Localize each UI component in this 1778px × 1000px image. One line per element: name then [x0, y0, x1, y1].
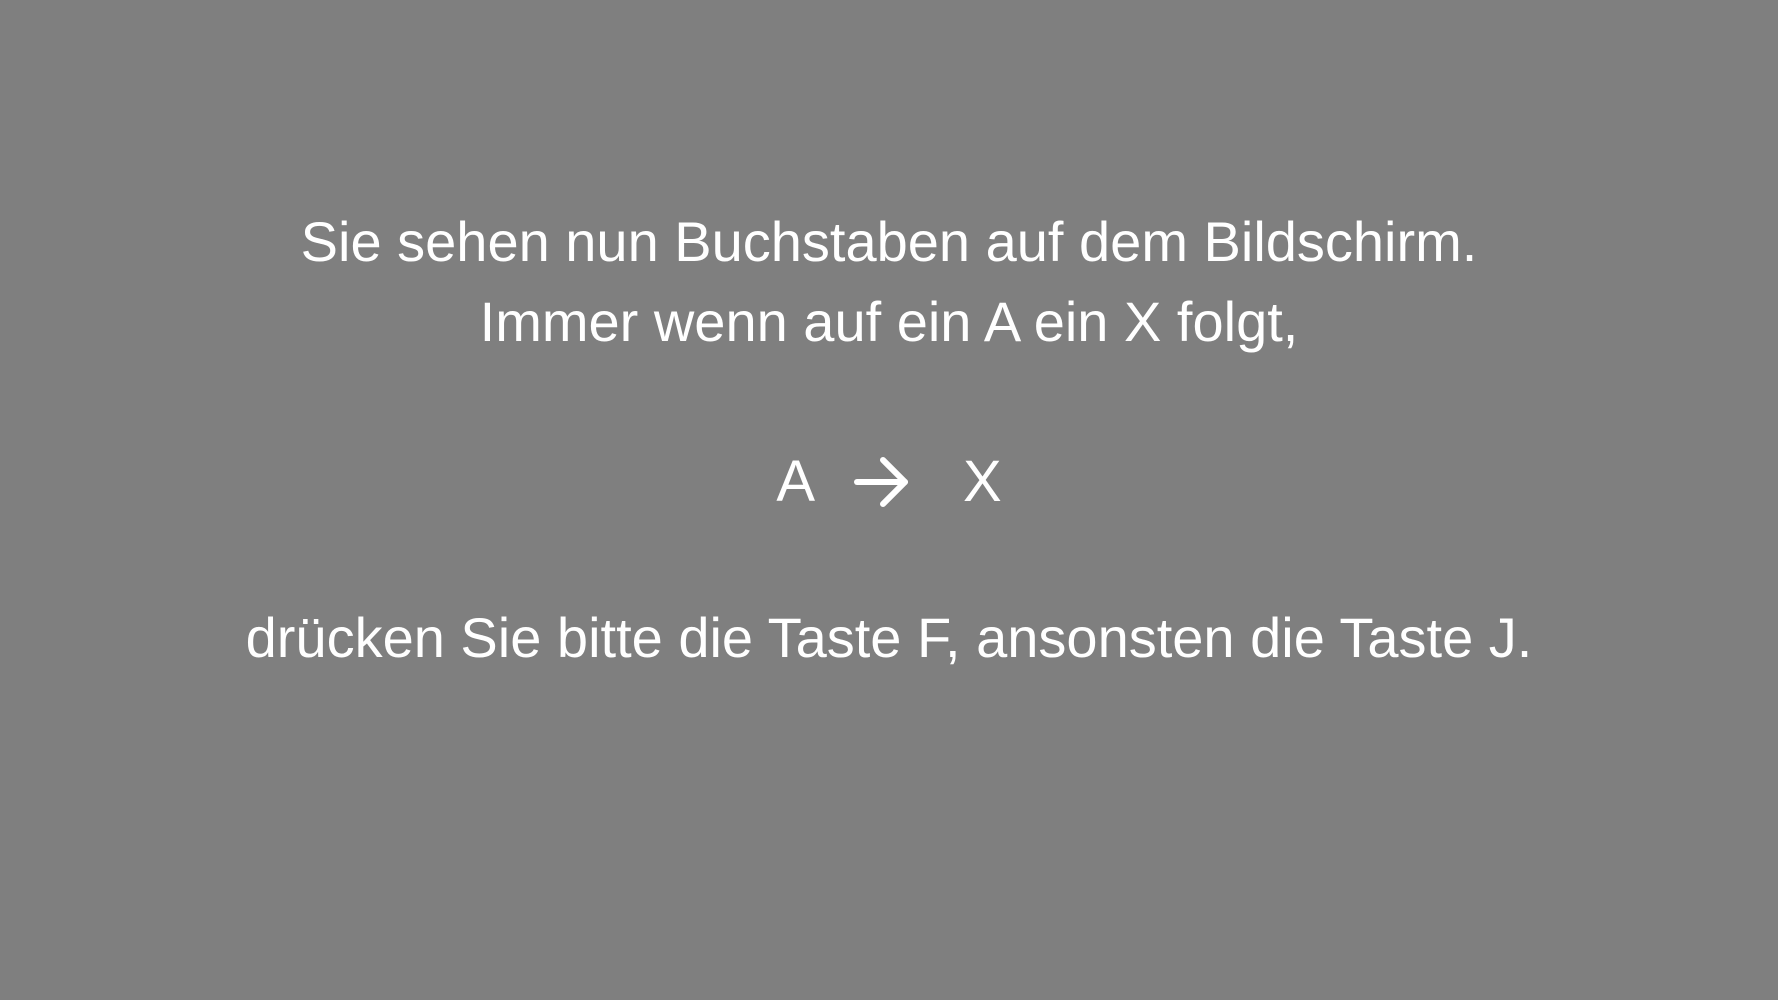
right-arrow-icon: [853, 454, 911, 510]
instruction-slide: Sie sehen nun Buchstaben auf dem Bildsch…: [0, 0, 1778, 1000]
instruction-line-2: Immer wenn auf ein A ein X folgt,: [479, 290, 1299, 353]
letter-sequence: A X: [0, 446, 1778, 518]
sequence-letter-x: X: [963, 449, 1002, 514]
sequence-letter-a: A: [776, 449, 815, 514]
instruction-line-1: Sie sehen nun Buchstaben auf dem Bildsch…: [300, 210, 1478, 273]
instruction-line-3: drücken Sie bitte die Taste F, ansonsten…: [245, 606, 1533, 669]
